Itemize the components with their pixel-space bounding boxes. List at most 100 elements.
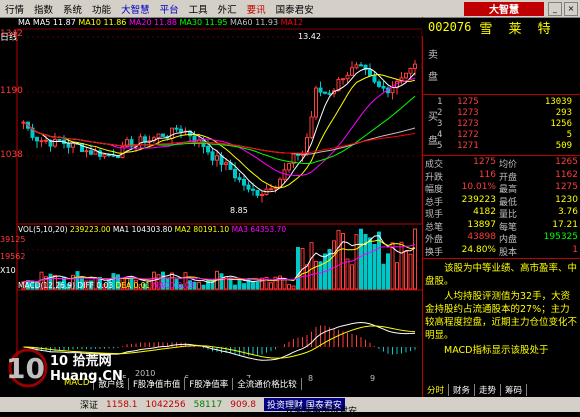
- tab-intraday[interactable]: 分时: [423, 384, 450, 396]
- macd-legend: MACD(12,26,9) DIFF 0.03 DEA 0.01 MACD 0.…: [18, 281, 194, 290]
- menu-dzh[interactable]: 大智慧: [116, 2, 155, 16]
- stat-value-2: 3.76: [557, 207, 578, 217]
- comment-line-1: 该股为中等业绩、高市盈率、中盘股。: [425, 263, 578, 287]
- volume-bar: [381, 263, 386, 290]
- menu-news[interactable]: 要讯: [242, 2, 271, 16]
- vol-tick-1: 39125: [0, 235, 26, 244]
- sell-label-2: 盘: [428, 72, 438, 83]
- volume-bar: [269, 282, 273, 290]
- menu-index[interactable]: 指数: [29, 2, 58, 16]
- candle-body: [278, 178, 282, 188]
- volume-bar: [395, 262, 399, 290]
- order-price: 1273: [457, 108, 479, 118]
- volume-bar: [408, 253, 413, 290]
- menu-system[interactable]: 系统: [58, 2, 87, 16]
- stat-row: 总笔 13897 每笔 17.21: [423, 219, 580, 233]
- stat-label: 外盘: [425, 235, 444, 245]
- candle-body: [269, 188, 273, 191]
- candle-body: [372, 75, 377, 83]
- vol-tick-2: 19562: [0, 252, 26, 261]
- status-index: 深证: [80, 401, 99, 411]
- candle-body: [156, 133, 161, 139]
- svg-text:10: 10: [6, 352, 45, 385]
- candle-body: [413, 63, 417, 69]
- candle-body: [350, 67, 354, 76]
- menu-function[interactable]: 功能: [87, 2, 116, 16]
- candle-body: [260, 194, 264, 197]
- candle-body: [161, 133, 165, 137]
- volume-bar: [201, 284, 206, 290]
- tab-finance[interactable]: 财务: [449, 384, 476, 396]
- candles: [21, 59, 417, 203]
- volume-bar: [237, 278, 242, 290]
- candle-body: [327, 92, 332, 95]
- dzh-logo: 大智慧: [464, 1, 544, 16]
- vol-tick-3: X10: [0, 266, 16, 275]
- candle-body: [174, 127, 179, 130]
- close-icon[interactable]: ×: [564, 1, 578, 16]
- menu-forex[interactable]: 外汇: [213, 2, 242, 16]
- candle-body: [237, 177, 242, 181]
- order-volume: 293: [555, 108, 572, 118]
- volume-bar: [390, 242, 395, 290]
- candle-body: [377, 81, 381, 87]
- tab-trend[interactable]: 走势: [475, 384, 502, 396]
- tab-chips[interactable]: 筹码: [501, 384, 528, 396]
- order-row: 5 1271 509: [423, 141, 580, 153]
- vol-ma3: MA3 64353.70: [231, 225, 287, 234]
- candle-body: [251, 188, 255, 191]
- menu-quotes[interactable]: 行情: [0, 2, 29, 16]
- candle-body: [287, 162, 291, 171]
- stat-row: 升跌 116 开盘 1162: [423, 169, 580, 183]
- candle-body: [179, 128, 183, 133]
- right-tabs: 分时 财务 走势 筹码: [423, 384, 580, 396]
- candle-body: [359, 64, 363, 67]
- status-c: 58117: [193, 399, 223, 410]
- candle-body: [246, 184, 251, 190]
- minimize-icon[interactable]: _: [548, 1, 562, 16]
- ma5-line: [23, 68, 416, 193]
- volume-bar: [350, 264, 354, 290]
- vol-ma1: MA1 104303.80: [112, 225, 173, 234]
- volume-bar: [359, 228, 363, 290]
- volume-bar: [309, 242, 314, 290]
- comment-line-3: MACD指标显示该股处于: [444, 345, 549, 356]
- macd-label: MACD(12,26,9): [18, 281, 75, 290]
- tab-nav[interactable]: F股净值市值: [128, 378, 186, 390]
- volume-bar: [314, 260, 318, 290]
- stat-value-2: 1162: [555, 169, 578, 180]
- tab-navrate[interactable]: F股净值率: [185, 378, 234, 390]
- volume-bar: [197, 281, 201, 290]
- price-tick-1342: 1342: [0, 29, 23, 39]
- stat-value-2: 17.21: [552, 219, 578, 230]
- candle-body: [102, 154, 107, 157]
- candle-body: [84, 150, 89, 153]
- stat-label: 总手: [425, 197, 444, 208]
- menu-broker[interactable]: 国泰君安: [271, 2, 319, 16]
- order-index: 5: [437, 141, 443, 151]
- candle-body: [381, 85, 386, 89]
- tab-fullprice[interactable]: 全流通价格比较: [233, 378, 302, 390]
- high-annotation: 13.42: [298, 32, 321, 41]
- candle-body: [390, 87, 395, 94]
- volume-bar: [219, 273, 224, 290]
- stat-value: 1275: [473, 157, 496, 167]
- macd-diff: DIFF 0.03: [77, 281, 114, 290]
- vol-label: VOL(5,10,20): [18, 225, 68, 234]
- order-volume: 13039: [544, 97, 572, 107]
- candle-body: [345, 74, 350, 80]
- orderbook-divider: [423, 94, 580, 95]
- sell-label: 卖: [428, 50, 438, 61]
- candle-body: [53, 138, 57, 147]
- macd-dea: DEA 0.01: [115, 281, 151, 290]
- x-axis-year: 2010: [135, 369, 156, 378]
- stat-label-2: 开盘: [499, 172, 518, 183]
- menu-platform[interactable]: 平台: [155, 2, 184, 16]
- status-welcome: 欢迎使用国泰君安: [285, 407, 358, 417]
- stat-row: 成交 1275 均价 1265: [423, 157, 580, 170]
- volume-bar: [287, 284, 291, 290]
- order-price: 1273: [457, 119, 479, 129]
- ma20-line: [23, 77, 416, 177]
- menu-tools[interactable]: 工具: [184, 2, 213, 16]
- vol-ma2: MA2 80191.10: [174, 225, 230, 234]
